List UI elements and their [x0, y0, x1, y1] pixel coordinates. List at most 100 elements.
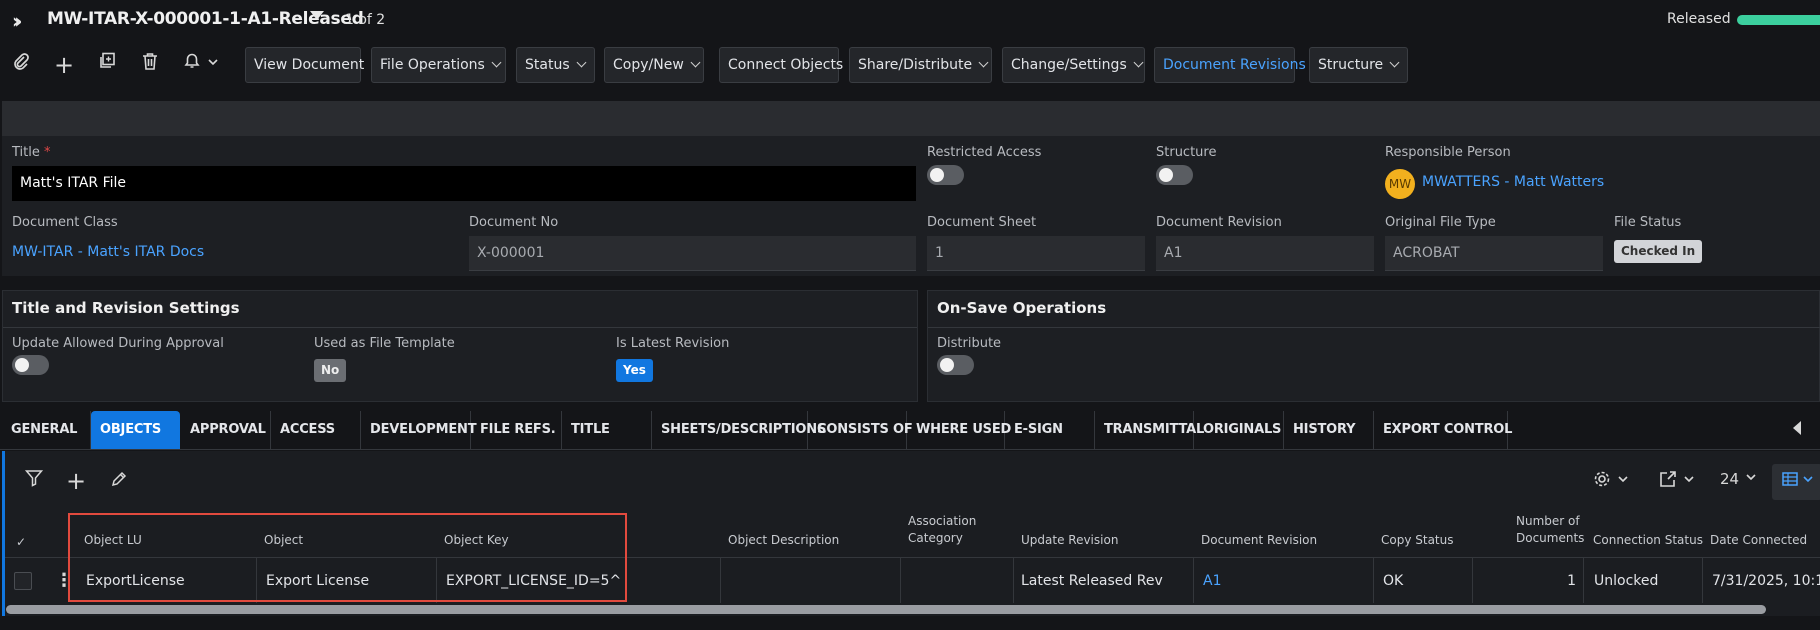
- column-divider: [1193, 558, 1194, 603]
- change-settings-menu[interactable]: Change/Settings: [1002, 47, 1145, 83]
- column-divider: [1583, 558, 1584, 603]
- distribute-label: Distribute: [937, 336, 1002, 351]
- horizontal-scrollbar-thumb[interactable]: [6, 605, 1766, 614]
- view-document-button[interactable]: View Document: [245, 47, 364, 83]
- page-size-select[interactable]: 24: [1720, 470, 1760, 488]
- share-distribute-menu[interactable]: Share/Distribute: [849, 47, 992, 83]
- status-label: Released: [1667, 11, 1731, 27]
- column-divider: [1373, 558, 1374, 603]
- column-header-object-description[interactable]: Object Description: [728, 533, 839, 547]
- column-header-association-category[interactable]: Association Category: [908, 513, 976, 547]
- double-chevron-right-icon[interactable]: ››: [12, 9, 23, 33]
- responsible-person-label: Responsible Person: [1385, 145, 1511, 160]
- document-revision-field: A1: [1156, 236, 1374, 271]
- update-allowed-label: Update Allowed During Approval: [12, 336, 224, 351]
- update-allowed-toggle[interactable]: [12, 355, 49, 375]
- document-revisions-button[interactable]: Document Revisions: [1154, 47, 1306, 83]
- document-sheet-field: 1: [927, 236, 1145, 271]
- column-header-update-revision[interactable]: Update Revision: [1021, 533, 1118, 547]
- trash-icon[interactable]: [137, 52, 163, 78]
- divider: [3, 327, 917, 328]
- export-menu[interactable]: [1659, 470, 1699, 492]
- column-divider: [720, 558, 721, 603]
- document-class-link[interactable]: MW-ITAR - Matt's ITAR Docs: [12, 244, 204, 260]
- tab-access[interactable]: ACCESS: [271, 411, 361, 449]
- caret-down-icon[interactable]: [310, 11, 324, 20]
- cell-update-revision: Latest Released Rev: [1021, 573, 1163, 589]
- status-menu[interactable]: Status: [516, 47, 595, 83]
- tab-development[interactable]: DEVELOPMENT: [361, 411, 477, 449]
- cell-document-revision-link[interactable]: A1: [1203, 573, 1221, 589]
- cell-copy-status: OK: [1383, 573, 1404, 589]
- filter-icon[interactable]: [21, 469, 47, 495]
- avatar: MW: [1385, 169, 1415, 199]
- tab-history[interactable]: HISTORY: [1284, 411, 1374, 449]
- latest-revision-badge: Yes: [616, 359, 653, 382]
- original-file-type-label: Original File Type: [1385, 215, 1496, 230]
- divider: [928, 327, 1820, 328]
- structure-toggle[interactable]: [1156, 165, 1193, 185]
- tab-title[interactable]: TITLE: [562, 411, 652, 449]
- title-input[interactable]: Matt's ITAR File: [12, 166, 916, 201]
- form-header-strip: [2, 101, 1820, 136]
- tab-scroll-left-icon[interactable]: [1793, 421, 1801, 435]
- tab-objects[interactable]: OBJECTS: [91, 411, 180, 449]
- bell-icon[interactable]: [180, 52, 226, 78]
- structure-label: Structure: [1156, 145, 1217, 160]
- column-divider: [1702, 558, 1703, 603]
- tab-consists-of[interactable]: CONSISTS OF: [808, 411, 913, 449]
- cell-date-connected: 7/31/2025, 10:18:: [1712, 573, 1820, 589]
- tab-file-refs[interactable]: FILE REFS.: [471, 411, 562, 449]
- chevron-down-icon: [1389, 57, 1400, 68]
- cell-connection-status: Unlocked: [1594, 573, 1659, 589]
- chevron-down-icon: [576, 57, 587, 68]
- tab-sheets-descriptions[interactable]: SHEETS/DESCRIPTIONS: [652, 411, 826, 449]
- distribute-toggle[interactable]: [937, 355, 974, 375]
- column-header-document-revision[interactable]: Document Revision: [1201, 533, 1317, 547]
- plus-icon[interactable]: +: [63, 468, 89, 494]
- tab-export-control[interactable]: EXPORT CONTROL: [1374, 411, 1512, 449]
- restricted-access-label: Restricted Access: [927, 145, 1042, 160]
- status-progress-bar: [1737, 15, 1820, 25]
- title-label: Title *: [12, 145, 51, 160]
- original-file-type-field: ACROBAT: [1385, 236, 1603, 271]
- duplicate-icon[interactable]: [94, 52, 120, 78]
- tab-approval[interactable]: APPROVAL: [181, 411, 271, 449]
- latest-revision-label: Is Latest Revision: [616, 336, 730, 351]
- column-header-connection-status[interactable]: Connection Status: [1593, 533, 1703, 547]
- table-view-toggle[interactable]: [1772, 464, 1820, 500]
- tab-transmittal[interactable]: TRANSMITTAL: [1095, 411, 1204, 449]
- tab-general[interactable]: GENERAL: [2, 411, 91, 449]
- restricted-access-toggle[interactable]: [927, 165, 964, 185]
- file-status-label: File Status: [1614, 215, 1682, 230]
- tab-where-used[interactable]: WHERE USED: [907, 411, 1011, 449]
- column-header-number-of-documents[interactable]: Number of Documents: [1516, 513, 1584, 547]
- file-operations-menu[interactable]: File Operations: [371, 47, 506, 83]
- column-divider: [1013, 558, 1014, 603]
- structure-menu[interactable]: Structure: [1309, 47, 1408, 83]
- file-template-badge: No: [314, 359, 347, 382]
- column-divider: [900, 558, 901, 603]
- tab-e-sign[interactable]: E-SIGN: [1005, 411, 1095, 449]
- grid-settings-menu[interactable]: [1593, 470, 1633, 492]
- select-all-check-icon[interactable]: ✓: [16, 535, 26, 549]
- column-header-copy-status[interactable]: Copy Status: [1381, 533, 1454, 547]
- row-checkbox[interactable]: [14, 572, 32, 590]
- chevron-down-icon: [690, 57, 701, 68]
- annotation-highlight-box: [68, 513, 627, 602]
- on-save-operations-heading: On-Save Operations: [937, 299, 1107, 317]
- connect-objects-button[interactable]: Connect Objects: [719, 47, 843, 83]
- record-pager: 1 of 2: [345, 12, 386, 28]
- responsible-person-link[interactable]: MWATTERS - Matt Watters: [1422, 174, 1604, 190]
- document-revision-label: Document Revision: [1156, 215, 1282, 230]
- cell-number-of-documents: 1: [1567, 573, 1576, 589]
- copy-new-menu[interactable]: Copy/New: [604, 47, 704, 83]
- pencil-icon[interactable]: [106, 469, 132, 495]
- plus-icon[interactable]: +: [51, 52, 77, 78]
- document-no-label: Document No: [469, 215, 559, 230]
- header-bar: ›› MW-ITAR-X-000001-1-A1-Released 1 of 2…: [0, 0, 1820, 40]
- paperclip-icon[interactable]: [8, 52, 34, 78]
- file-template-label: Used as File Template: [314, 336, 455, 351]
- column-header-date-connected[interactable]: Date Connected: [1710, 533, 1807, 547]
- tab-originals[interactable]: ORIGINALS: [1194, 411, 1284, 449]
